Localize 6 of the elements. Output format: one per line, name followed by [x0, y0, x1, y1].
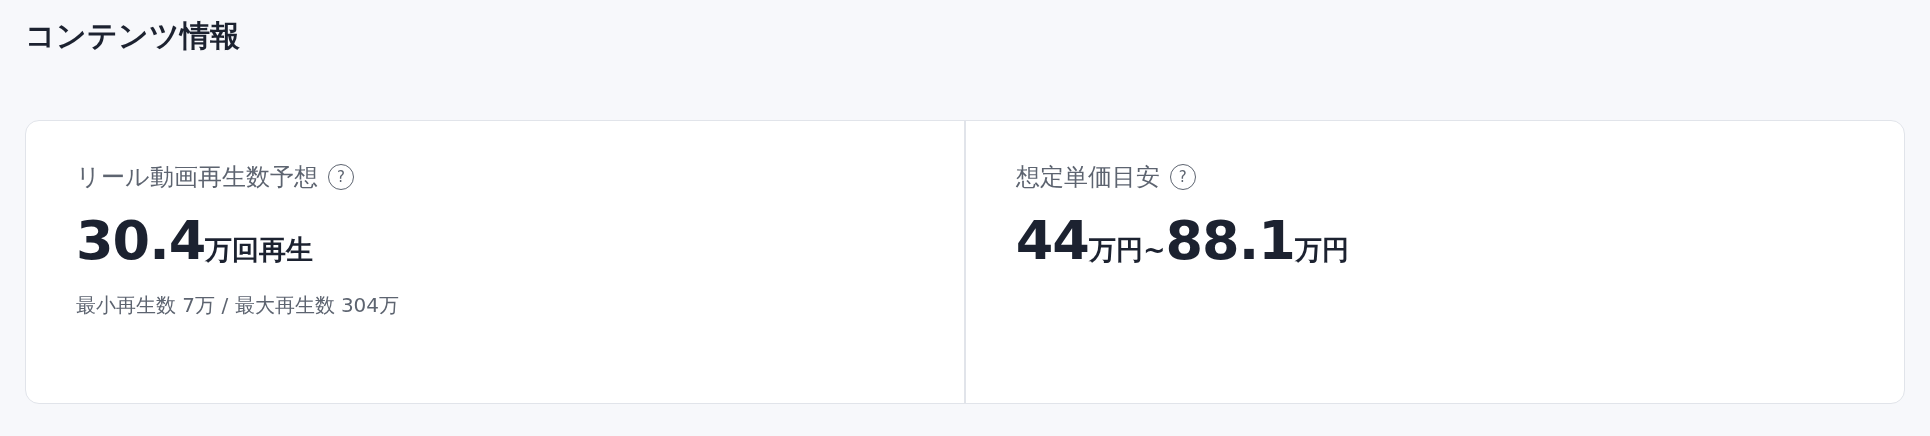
metric-label: 想定単価目安 [1015, 162, 1160, 193]
metric-label: リール動画再生数予想 [76, 162, 318, 193]
metric-note: 最小再生数 7万 / 最大再生数 304万 [76, 292, 400, 320]
metric-value: 44万円~88.1万円 [1015, 211, 1349, 271]
section-title: コンテンツ情報 [25, 18, 240, 54]
metric-value: 30.4万回再生 [76, 211, 314, 271]
